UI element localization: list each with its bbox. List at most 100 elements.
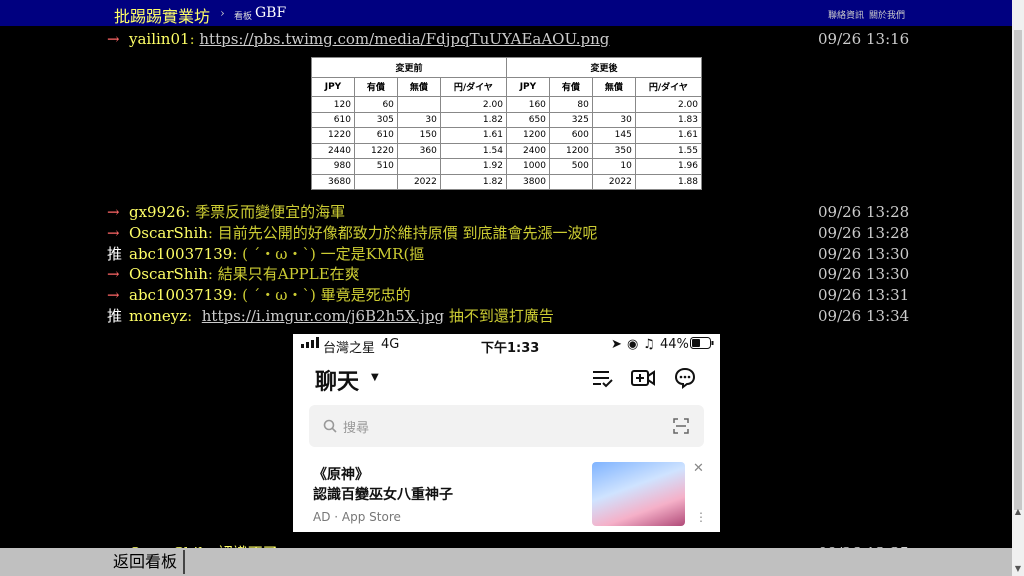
push-user: OscarShih [129,224,208,242]
table-cell: 650 [505,111,550,129]
table-row: 3680 2022 1.82 3800 2022 1.88 [311,173,703,190]
table-cell [396,96,441,113]
ad-thumbnail-image [592,462,685,526]
rotation-lock-icon: ◉ [627,337,639,352]
table-row: 1220 610 150 1.61 1200 600 145 1.61 [311,127,703,144]
push-link[interactable]: https://i.imgur.com/j6B2h5X.jpg [202,307,444,325]
search-icon [323,418,337,437]
table-cell: 1.61 [634,127,703,144]
scrollbar[interactable]: ▲ ▼ [1012,0,1024,576]
site-brand-link[interactable]: 批踢踢實業坊 [114,3,210,27]
push-datetime: 09/26 13:16 [818,30,910,48]
col-header: 円/ダイヤ [634,76,703,98]
push-row: → OscarShih: 目前先公開的好像都致力於維持原價 到底誰會先漲一波呢 [107,223,598,243]
push-link[interactable]: https://pbs.twimg.com/media/FdjpqTuUYAEa… [199,30,609,48]
checklist-icon [591,368,613,392]
more-vertical-icon: ⋮ [695,510,707,524]
push-datetime: 09/26 13:28 [818,224,910,242]
table-row: 2440 1220 360 1.54 2400 1200 350 1.55 [311,142,703,160]
table-cell: 120 [311,96,355,113]
push-content: : 目前先公開的好像都致力於維持原價 到底誰會先漲一波呢 [207,224,598,242]
push-user: abc10037139 [129,245,233,263]
scroll-down-icon[interactable]: ▼ [1013,564,1023,574]
headphones-icon: ♫ [643,337,655,352]
breadcrumb-separator: › [220,6,225,20]
push-content: : https://i.imgur.com/j6B2h5X.jpg 抽不到還打廣… [187,307,554,325]
push-row: → yailin01: https://pbs.twimg.com/media/F… [107,29,609,49]
about-link[interactable]: 關於我們 [869,8,905,21]
push-content: : 結果只有APPLE在爽 [207,265,360,283]
table-cell: 30 [591,111,636,129]
ad-subtitle: 認識百變巫女八重神子 [313,487,453,503]
search-placeholder: 搜尋 [343,421,370,436]
push-tag: → [107,30,120,48]
push-text: 結果只有APPLE在爽 [217,265,360,283]
clock-label: 下午1:33 [481,341,540,356]
push-tag: 推 [107,307,123,325]
table-cell: 1.92 [439,158,507,175]
push-row: → abc10037139: ( ´・ω・`) 畢竟是死忠的 [107,285,411,305]
scrollbar-thumb[interactable] [1014,30,1022,510]
close-icon: ✕ [693,461,704,476]
table-cell [396,158,441,175]
push-user: moneyz [129,307,188,325]
location-icon: ➤ [611,337,622,352]
phone-screenshot-image: 台灣之星 4G 下午1:33 ➤ ◉ ♫ 44% 聊天 ▼ 搜尋 《原神》 認識… [293,334,720,532]
push-text: ( ´・ω・`) 一定是KMR(摳 [242,245,425,263]
push-content: : https://pbs.twimg.com/media/FdjpqTuUYA… [189,30,610,48]
back-to-board-button[interactable]: 返回看板 [107,550,186,574]
board-prefix-label: 看板 [234,12,253,22]
table-cell: 2400 [505,142,550,160]
push-datetime: 09/26 13:31 [818,286,910,304]
chevron-down-icon: ▼ [371,372,379,383]
table-cell: 60 [353,96,398,113]
table-cell: 30 [396,111,441,129]
table-cell: 305 [353,111,398,129]
table-cell: 160 [505,96,550,113]
table-cell: 1220 [353,142,398,160]
push-tag: 推 [107,245,123,263]
signal-icon [301,337,319,352]
table-cell: 1.55 [634,142,703,160]
chat-title: 聊天 [315,370,360,395]
push-text: 抽不到還打廣告 [444,307,554,325]
push-content: : 季票反而變便宜的海軍 [185,203,346,221]
table-row: 980 510 1.92 1000 500 10 1.96 [311,158,703,175]
top-bar: 批踢踢實業坊 › 看板 GBF 聯絡資訊 關於我們 [0,0,1012,26]
group-header-before: 変更前 [311,57,507,78]
table-cell: 500 [548,158,593,175]
table-cell [591,96,636,113]
push-tag: → [107,203,120,221]
table-cell: 980 [311,158,355,175]
table-cell [548,173,593,190]
battery-percent: 44% [660,337,689,352]
table-cell: 1.82 [439,111,507,129]
table-cell: 1.61 [439,127,507,144]
price-table: 変更前 変更後 JPY 有償 無償 円/ダイヤ JPY 有償 無償 円/ダイヤ … [311,57,703,190]
push-user: gx9926 [129,203,186,221]
table-row: 610 305 30 1.82 650 325 30 1.83 [311,111,703,129]
table-cell: 350 [591,142,636,160]
col-header: JPY [311,76,355,98]
table-cell: 610 [311,111,355,129]
table-cell: 1.54 [439,142,507,160]
carrier-label: 台灣之星 [323,341,376,356]
push-row: → gx9926: 季票反而變便宜的海軍 [107,202,345,222]
contact-link[interactable]: 聯絡資訊 [828,8,864,21]
scroll-up-icon[interactable]: ▲ [1013,507,1023,517]
board-name-link[interactable]: GBF [255,5,286,21]
col-header: 有償 [353,76,398,98]
phone-search-bar: 搜尋 [309,405,704,447]
push-content: : ( ´・ω・`) 一定是KMR(摳 [232,245,425,263]
table-cell: 2440 [311,142,355,160]
table-cell: 510 [353,158,398,175]
network-label: 4G [381,337,400,352]
table-cell: 10 [591,158,636,175]
table-cell: 1.83 [634,111,703,129]
table-cell: 1.82 [439,173,507,190]
scan-icon [673,418,689,438]
chat-add-icon [674,367,696,393]
table-cell: 1200 [505,127,550,144]
push-text: 季票反而變便宜的海軍 [195,203,346,221]
push-datetime: 09/26 13:34 [818,307,910,325]
